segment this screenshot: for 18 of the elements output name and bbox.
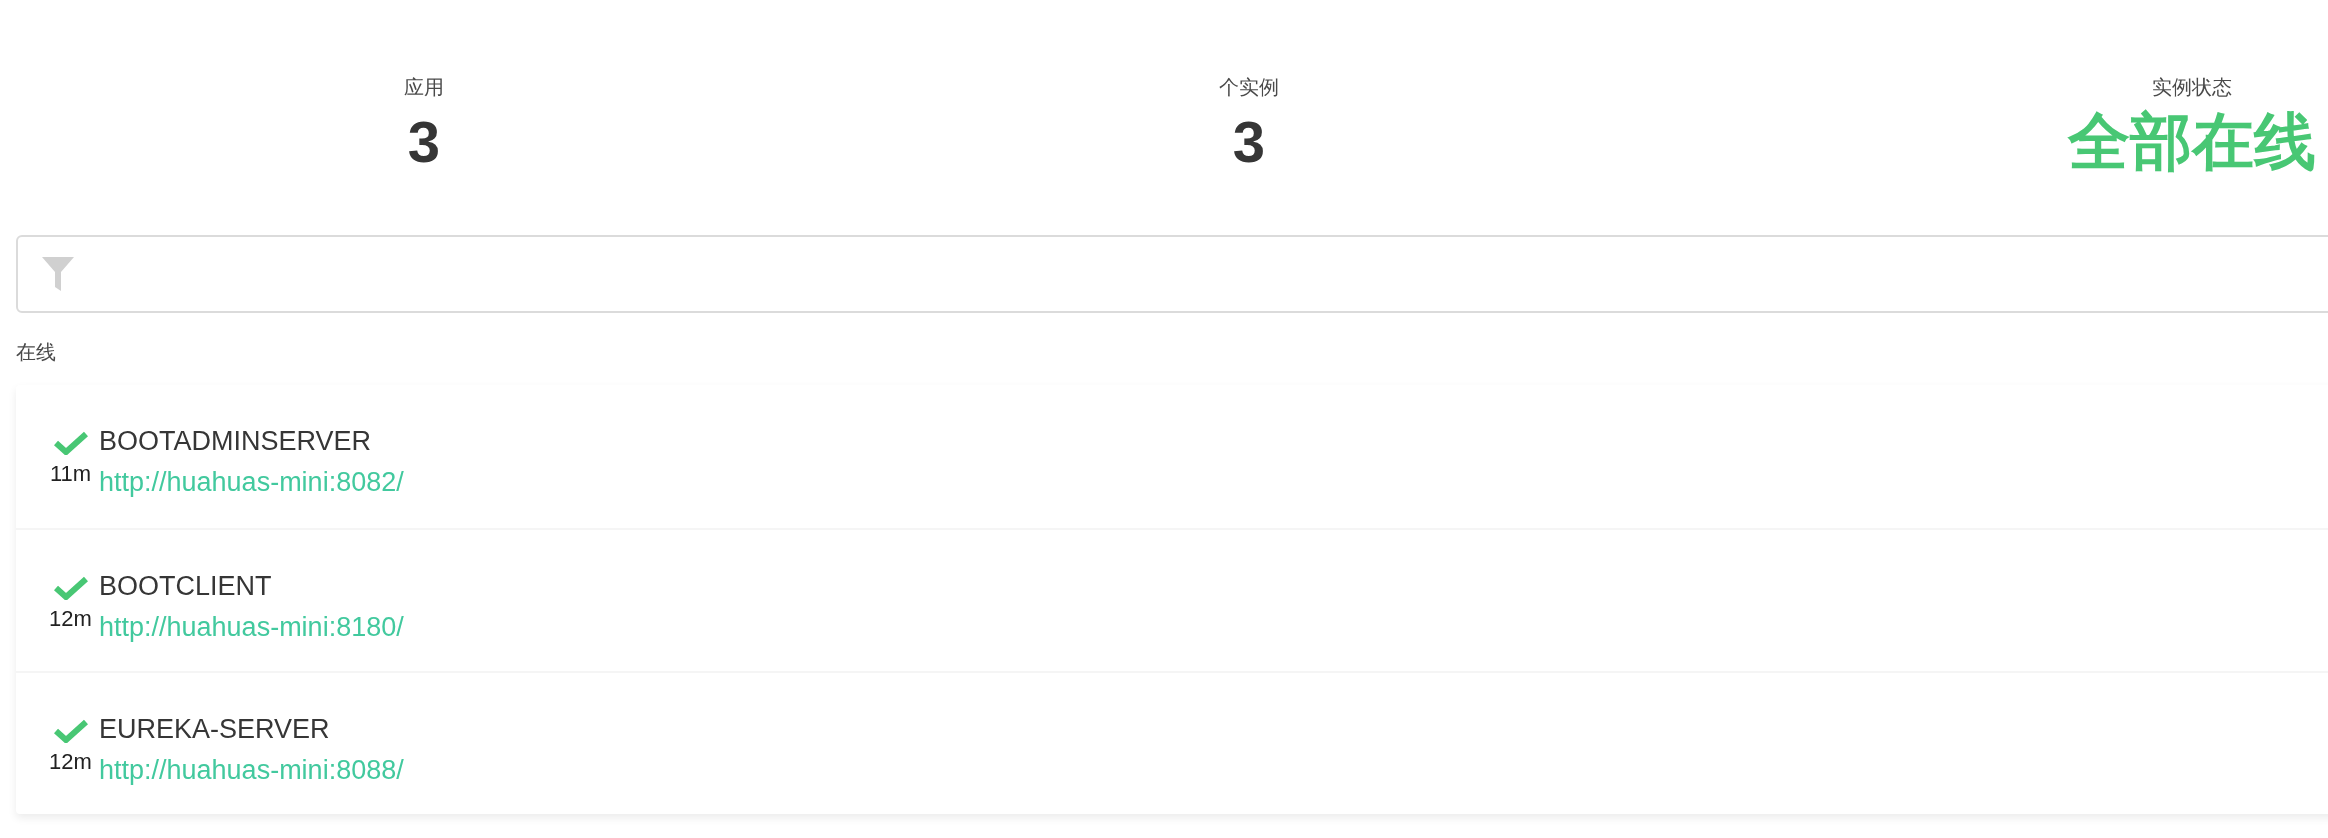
- filter-icon: [42, 257, 74, 291]
- uptime: 12m: [49, 749, 92, 775]
- stat-label: 应用: [404, 75, 444, 100]
- stat-value: 3: [407, 108, 441, 176]
- filter-field[interactable]: [16, 235, 2328, 313]
- uptime: 11m: [49, 461, 92, 487]
- instance-name: EUREKA-SERVER: [99, 713, 330, 746]
- instance-name: BOOTADMINSERVER: [99, 425, 372, 458]
- instance-row[interactable]: 11m BOOTADMINSERVER http://huahuas-mini:8082/: [16, 385, 2328, 528]
- uptime: 12m: [49, 606, 92, 632]
- stat-label: 个实例: [1219, 75, 1279, 100]
- stat-value: 3: [1232, 108, 1266, 176]
- stat-value: 全部在线: [2068, 106, 2316, 178]
- stat-label: 实例状态: [2152, 75, 2232, 100]
- instance-row[interactable]: 12m BOOTCLIENT http://huahuas-mini:8180/: [16, 528, 2328, 671]
- instance-name: BOOTCLIENT: [99, 570, 272, 603]
- group-title: 在线: [16, 340, 57, 365]
- instance-row[interactable]: 12m EUREKA-SERVER http://huahuas-mini:8088/: [16, 671, 2328, 814]
